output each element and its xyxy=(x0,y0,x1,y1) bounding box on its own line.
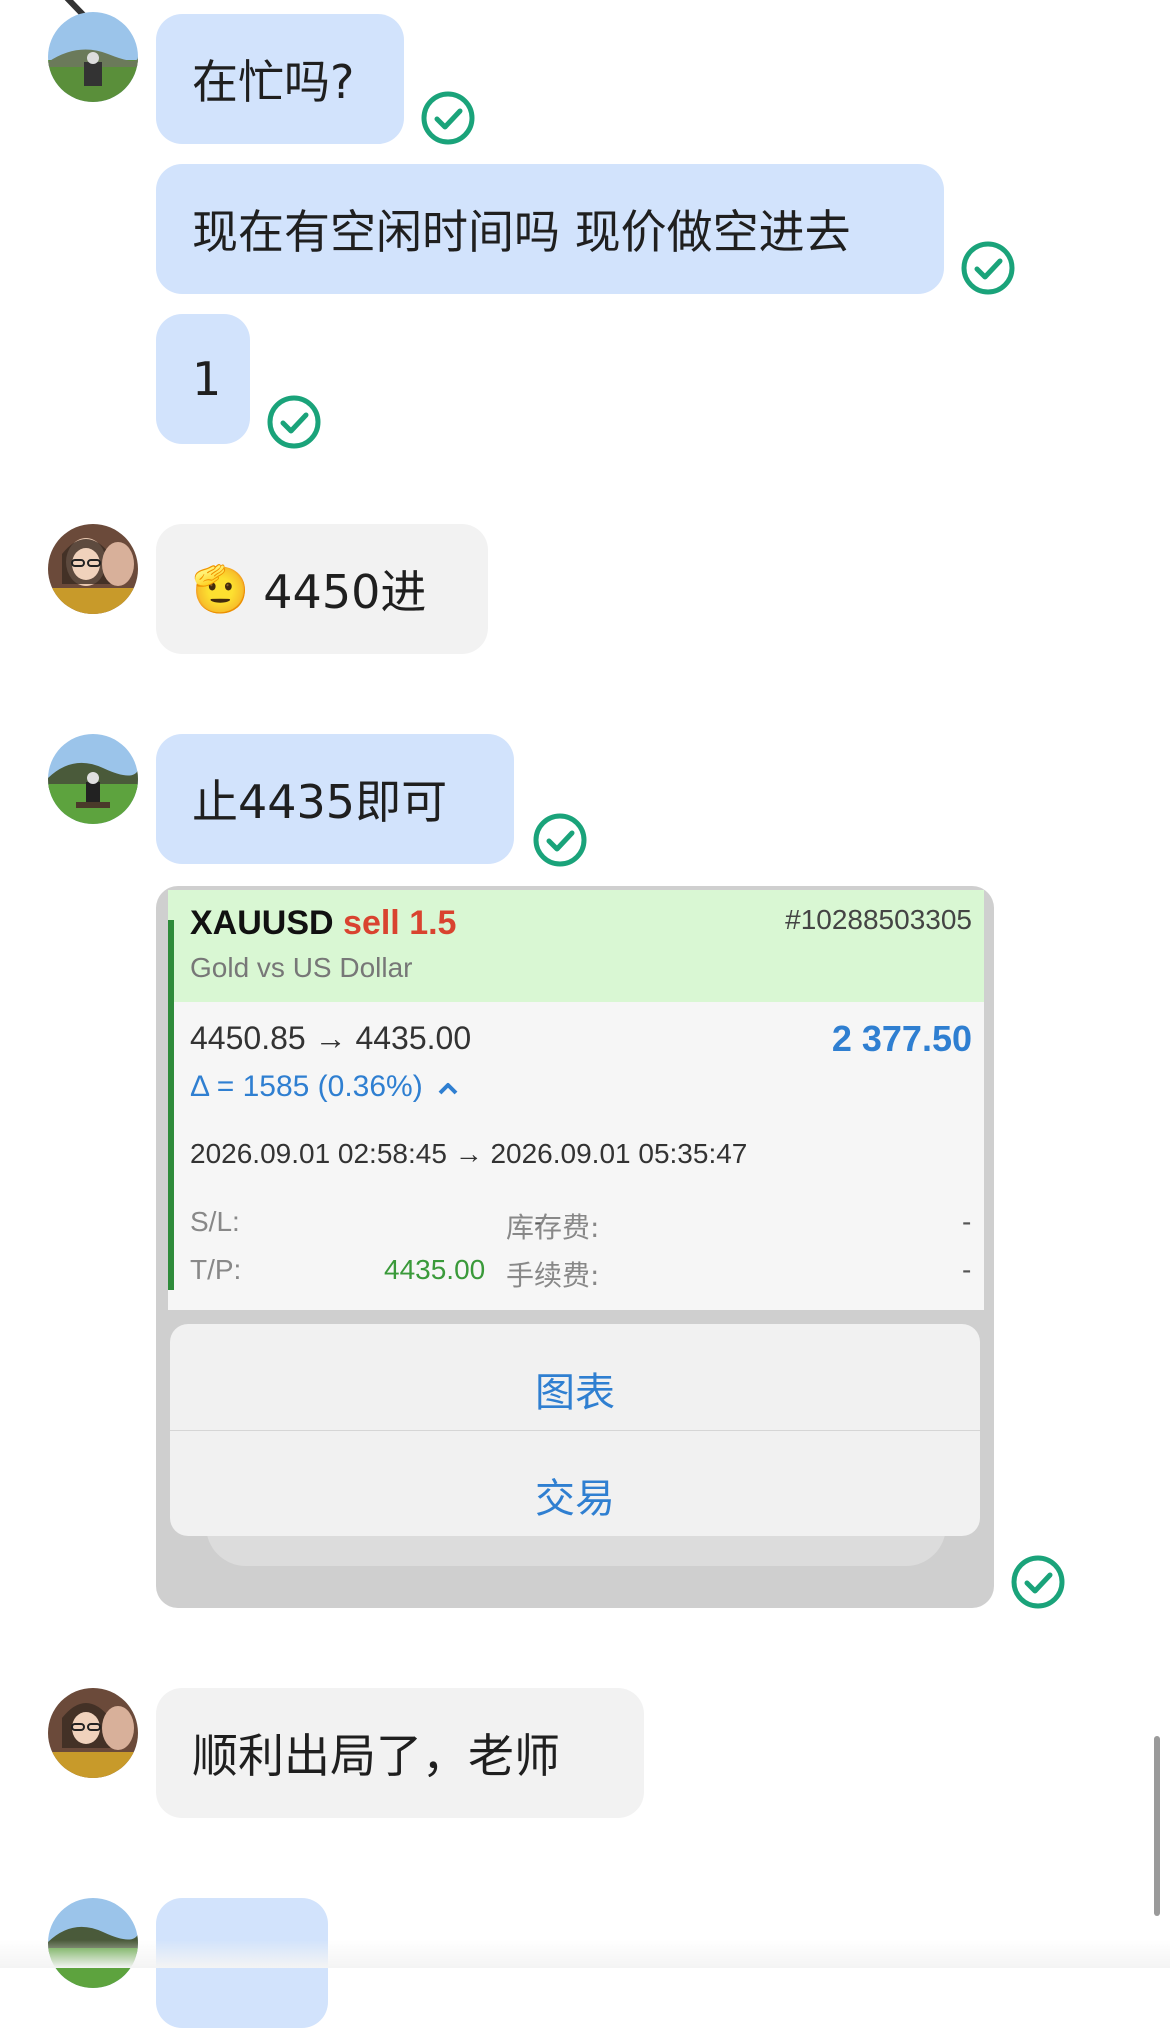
message-text: 现在有空闲时间吗 现价做空进去 xyxy=(192,205,851,259)
check-circle-icon xyxy=(961,241,1015,295)
tp-label: T/P: xyxy=(190,1254,242,1285)
message-text: 4450进 xyxy=(263,565,427,619)
message-text: 在忙吗? xyxy=(192,55,355,109)
swap-value: - xyxy=(962,1206,972,1237)
trade-title: XAUUSD sell 1.5 xyxy=(190,904,456,943)
message-text: 1 xyxy=(192,352,222,406)
avatar-student[interactable] xyxy=(48,524,138,614)
time-path: 2026.09.01 02:58:45 → 2026.09.01 05:35:4… xyxy=(190,1138,748,1169)
message-text: 止4435即可 xyxy=(192,775,448,829)
profit-value: 2 377.50 xyxy=(831,1018,972,1059)
check-circle-icon xyxy=(1011,1555,1065,1609)
trade-detail-panel: XAUUSD sell 1.5 #10288503305 Gold vs US … xyxy=(168,890,984,1310)
commission-label: 手续费: xyxy=(506,1259,600,1292)
avatar-sender[interactable] xyxy=(48,12,138,102)
message-bubble-incoming[interactable]: 顺利出局了，老师 xyxy=(156,1688,644,1818)
chart-option[interactable]: 图表 xyxy=(170,1360,980,1418)
check-circle-icon xyxy=(267,395,321,449)
trade-volume: 1.5 xyxy=(409,904,457,942)
message-bubble-outgoing[interactable]: 止4435即可 xyxy=(156,734,514,864)
ticket-number: #10288503305 xyxy=(785,904,972,935)
sheet-divider xyxy=(170,1430,980,1431)
salute-emoji: 🫡 xyxy=(192,561,250,616)
avatar-student[interactable] xyxy=(48,1688,138,1778)
scrollbar[interactable] xyxy=(1154,1736,1160,1916)
commission-value: - xyxy=(962,1254,972,1285)
action-sheet: 图表 交易 xyxy=(170,1324,980,1536)
check-circle-icon xyxy=(421,91,475,145)
message-bubble-outgoing[interactable]: 现在有空闲时间吗 现价做空进去 xyxy=(156,164,944,294)
check-circle-icon xyxy=(533,813,587,867)
price-path: 4450.85 → 4435.00 xyxy=(190,1020,472,1056)
symbol-description: Gold vs US Dollar xyxy=(190,952,413,983)
message-text: 顺利出局了，老师 xyxy=(192,1729,560,1783)
message-bubble-incoming[interactable]: 🫡 4450进 xyxy=(156,524,488,654)
trade-option[interactable]: 交易 xyxy=(170,1466,980,1524)
message-bubble-outgoing[interactable]: 在忙吗? xyxy=(156,14,404,144)
price-delta: Δ = 1585 (0.36%) xyxy=(190,1070,459,1104)
image-message-trade-screenshot[interactable]: XAUUSD sell 1.5 #10288503305 Gold vs US … xyxy=(156,886,994,1608)
sl-label: S/L: xyxy=(190,1206,240,1237)
top-partial-strip xyxy=(0,0,1170,14)
avatar-sender[interactable] xyxy=(48,734,138,824)
tp-value: 4435.00 xyxy=(384,1254,486,1285)
symbol: XAUUSD xyxy=(190,904,334,942)
message-bubble-outgoing[interactable]: 1 xyxy=(156,314,250,444)
position-indicator-bar xyxy=(168,920,174,1290)
swap-label: 库存费: xyxy=(506,1211,600,1244)
trade-side: sell xyxy=(343,904,400,942)
bottom-fade xyxy=(0,1940,1170,1968)
chevron-up-icon xyxy=(438,1083,458,1095)
delta-text: Δ = 1585 (0.36%) xyxy=(190,1070,423,1103)
